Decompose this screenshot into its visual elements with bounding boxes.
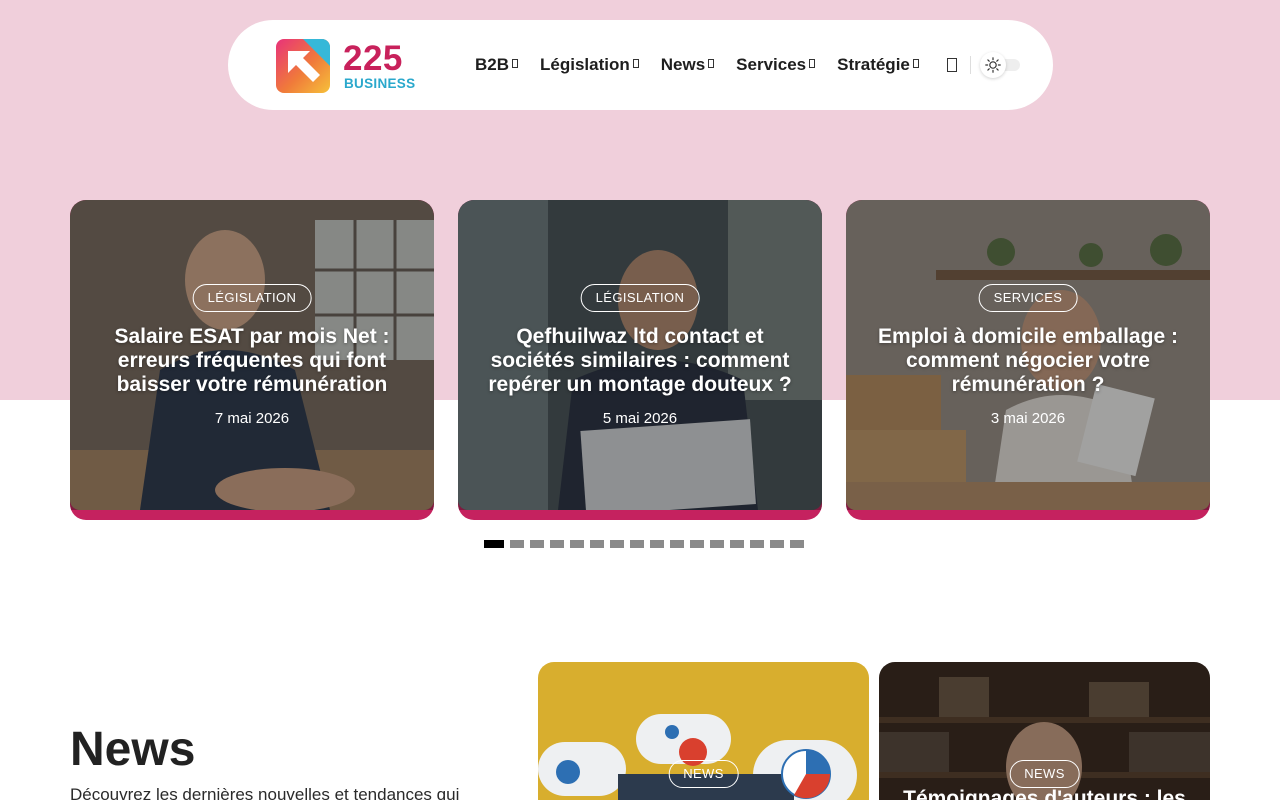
pagination-dot[interactable] — [590, 540, 604, 548]
section-heading: News — [70, 723, 196, 776]
logo-word: BUSINESS — [344, 76, 416, 91]
site-header: 225 BUSINESS B2B Législation News Servic… — [228, 20, 1053, 110]
search-icon[interactable] — [947, 58, 957, 72]
menu-item-services[interactable]: Services — [736, 55, 816, 75]
chevron-down-icon — [512, 58, 519, 68]
header-divider — [970, 56, 971, 74]
site-logo[interactable]: 225 BUSINESS — [276, 39, 431, 95]
news-card[interactable]: NEWS — [538, 662, 869, 800]
category-badge[interactable]: LÉGISLATION — [192, 284, 312, 312]
chevron-down-icon — [632, 58, 639, 68]
card-date: 5 mai 2026 — [602, 410, 678, 427]
slider-card[interactable]: LÉGISLATION Qefhuilwaz ltd contact et so… — [458, 200, 822, 520]
card-date: 3 mai 2026 — [990, 410, 1066, 427]
menu-item-label: B2B — [475, 55, 510, 74]
card-date: 7 mai 2026 — [214, 410, 290, 427]
menu-item-legislation[interactable]: Législation — [540, 55, 639, 75]
card-title[interactable]: Salaire ESAT par mois Net : erreurs fréq… — [94, 325, 410, 397]
menu-item-label: News — [660, 55, 706, 74]
pagination-dot[interactable] — [550, 540, 564, 548]
slider-pagination — [484, 540, 804, 548]
section-description: Découvrez les dernières nouvelles et ten… — [70, 785, 460, 800]
chevron-down-icon — [809, 58, 816, 68]
menu-item-b2b[interactable]: B2B — [475, 55, 519, 75]
category-badge[interactable]: NEWS — [1009, 760, 1080, 788]
pagination-dot[interactable] — [750, 540, 764, 548]
card-title[interactable]: Qefhuilwaz ltd contact et sociétés simil… — [482, 325, 798, 397]
pagination-dot[interactable] — [670, 540, 684, 548]
slider-card[interactable]: LÉGISLATION Salaire ESAT par mois Net : … — [70, 200, 434, 520]
menu-item-news[interactable]: News — [660, 55, 715, 75]
pagination-dot[interactable] — [484, 540, 504, 548]
pagination-dot[interactable] — [710, 540, 724, 548]
card-title[interactable]: Témoignages d'auteurs : les — [899, 787, 1190, 800]
pagination-dot[interactable] — [730, 540, 744, 548]
card-title[interactable]: Emploi à domicile emballage : comment né… — [870, 325, 1186, 397]
pagination-dot[interactable] — [690, 540, 704, 548]
pagination-dot[interactable] — [510, 540, 524, 548]
category-badge[interactable]: SERVICES — [978, 284, 1078, 312]
pagination-dot[interactable] — [650, 540, 664, 548]
menu-item-label: Stratégie — [837, 55, 910, 74]
pagination-dot[interactable] — [770, 540, 784, 548]
menu-item-strategie[interactable]: Stratégie — [837, 55, 919, 75]
pagination-dot[interactable] — [610, 540, 624, 548]
pagination-dot[interactable] — [630, 540, 644, 548]
chevron-down-icon — [912, 58, 919, 68]
menu-item-label: Services — [736, 55, 807, 74]
pagination-dot[interactable] — [790, 540, 804, 548]
sun-icon — [980, 52, 1006, 78]
category-badge[interactable]: LÉGISLATION — [580, 284, 700, 312]
slider-card[interactable]: SERVICES Emploi à domicile emballage : c… — [846, 200, 1210, 520]
category-badge[interactable]: NEWS — [668, 760, 739, 788]
logo-arrow-icon — [276, 39, 330, 93]
chevron-down-icon — [708, 58, 715, 68]
logo-number: 225 — [343, 39, 403, 78]
pagination-dot[interactable] — [530, 540, 544, 548]
pagination-dot[interactable] — [570, 540, 584, 548]
menu-item-label: Législation — [540, 55, 630, 74]
news-card[interactable]: NEWS Témoignages d'auteurs : les — [879, 662, 1210, 800]
main-menu: B2B Législation News Services Stratégie — [475, 53, 941, 77]
dark-mode-toggle[interactable] — [980, 52, 1022, 78]
